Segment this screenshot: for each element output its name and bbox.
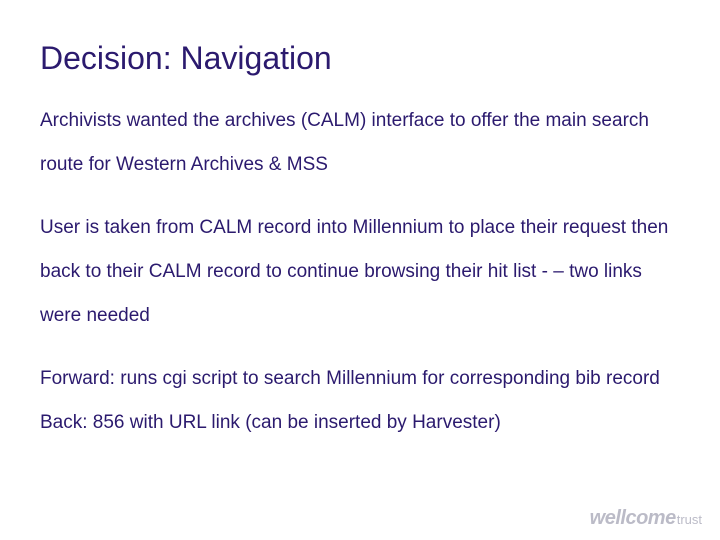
paragraph-3: Forward: runs cgi script to search Mille… [40,357,680,401]
paragraph-4: Back: 856 with URL link (can be inserted… [40,401,680,445]
slide: Decision: Navigation Archivists wanted t… [0,0,720,540]
wellcome-trust-logo: wellcome trust [590,507,702,530]
slide-body: Archivists wanted the archives (CALM) in… [40,99,680,445]
slide-title: Decision: Navigation [40,40,680,77]
paragraph-2: User is taken from CALM record into Mill… [40,206,680,337]
logo-sub: trust [677,512,702,527]
logo-main: wellcome [590,507,676,530]
paragraph-1: Archivists wanted the archives (CALM) in… [40,99,680,186]
